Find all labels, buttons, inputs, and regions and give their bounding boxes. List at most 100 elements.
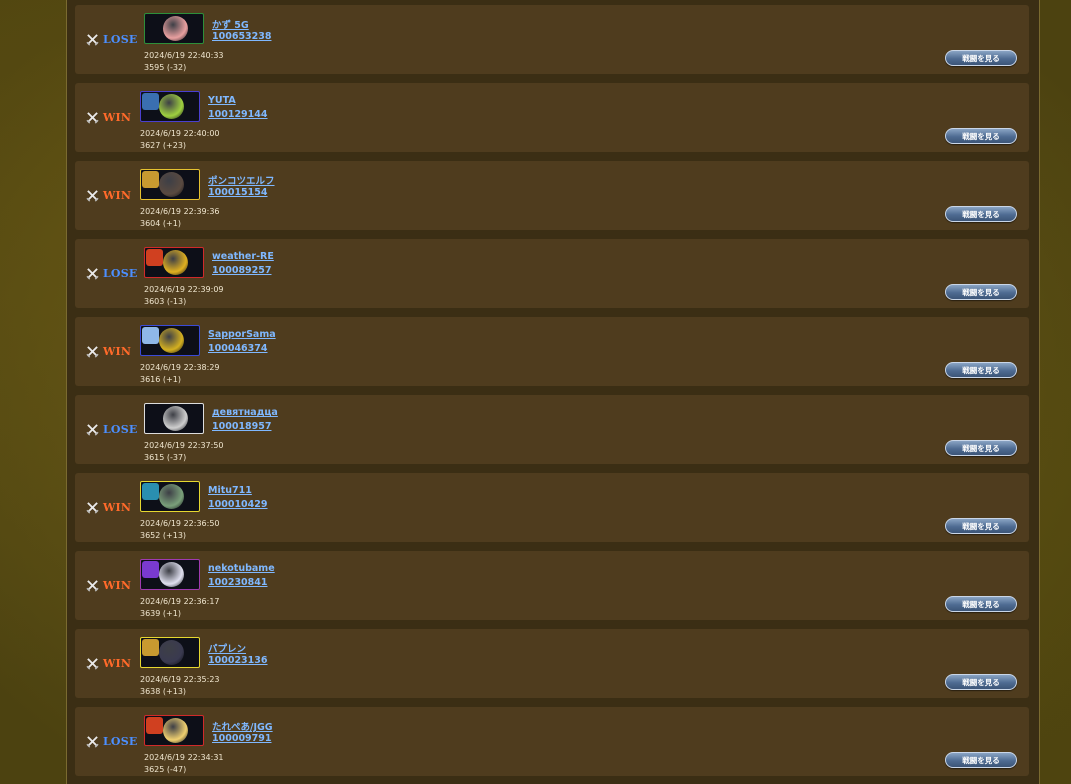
battle-result: WIN <box>86 344 131 358</box>
rating-change: 3616 (+1) <box>140 375 181 384</box>
opponent-name-link[interactable]: девятнадца <box>212 407 278 418</box>
rating-change: 3615 (-37) <box>144 453 187 462</box>
opponent-avatar[interactable] <box>140 91 200 122</box>
character-icon <box>159 172 184 197</box>
battle-timestamp: 2024/6/19 22:39:09 <box>144 285 224 294</box>
opponent-name-link[interactable]: パプレン <box>208 641 246 655</box>
opponent-avatar[interactable] <box>140 559 200 590</box>
battle-result: LOSE <box>86 32 137 46</box>
watch-battle-button[interactable]: 戦闘を見る <box>945 206 1017 222</box>
battle-row: LOSE weather-RE 100089257 2024/6/19 22:39:0… <box>75 239 1029 308</box>
result-label: LOSE <box>103 32 138 46</box>
character-icon <box>163 250 188 275</box>
opponent-id-link[interactable]: 100009791 <box>212 733 272 744</box>
watch-battle-button[interactable]: 戦闘を見る <box>945 752 1017 768</box>
battle-timestamp: 2024/6/19 22:38:29 <box>140 363 220 372</box>
opponent-name-link[interactable]: たれぺあ/JGG <box>212 719 273 733</box>
opponent-id-link[interactable]: 100010429 <box>208 499 268 510</box>
opponent-name-link[interactable]: YUTA <box>208 95 236 106</box>
opponent-avatar[interactable] <box>144 403 204 434</box>
result-label: WIN <box>103 344 132 358</box>
watch-battle-button[interactable]: 戦闘を見る <box>945 596 1017 612</box>
rating-change: 3604 (+1) <box>140 219 181 228</box>
opponent-id-link[interactable]: 100129144 <box>208 109 268 120</box>
battle-result: WIN <box>86 578 131 592</box>
crossed-swords-icon <box>86 111 99 124</box>
rank-badge-icon <box>142 171 159 188</box>
opponent-id-link[interactable]: 100018957 <box>212 421 272 432</box>
opponent-name-link[interactable]: ポンコツエルフ <box>208 173 275 187</box>
watch-battle-button[interactable]: 戦闘を見る <box>945 518 1017 534</box>
rating-change: 3639 (+1) <box>140 609 181 618</box>
battle-timestamp: 2024/6/19 22:39:36 <box>140 207 220 216</box>
opponent-avatar[interactable] <box>140 481 200 512</box>
watch-battle-button[interactable]: 戦闘を見る <box>945 440 1017 456</box>
opponent-id-link[interactable]: 100230841 <box>208 577 268 588</box>
opponent-id-link[interactable]: 100089257 <box>212 265 272 276</box>
battle-row: LOSE девятнадца 100018957 2024/6/19 22:37:5… <box>75 395 1029 464</box>
crossed-swords-icon <box>86 657 99 670</box>
opponent-name-link[interactable]: Mitu711 <box>208 485 252 496</box>
battle-row: WIN パプレン 100023136 2024/6/19 22:35:23 3638 (… <box>75 629 1029 698</box>
rating-change: 3595 (-32) <box>144 63 187 72</box>
rating-change: 3603 (-13) <box>144 297 187 306</box>
opponent-avatar[interactable] <box>144 13 204 44</box>
result-label: WIN <box>103 110 132 124</box>
opponent-avatar[interactable] <box>144 715 204 746</box>
opponent-name-link[interactable]: weather-RE <box>212 251 274 262</box>
rank-badge-icon <box>146 249 163 266</box>
battle-timestamp: 2024/6/19 22:34:31 <box>144 753 224 762</box>
character-icon <box>163 406 188 431</box>
watch-battle-button[interactable]: 戦闘を見る <box>945 674 1017 690</box>
result-label: LOSE <box>103 266 138 280</box>
crossed-swords-icon <box>86 579 99 592</box>
opponent-avatar[interactable] <box>144 247 204 278</box>
battle-result: WIN <box>86 188 131 202</box>
character-icon <box>163 718 188 743</box>
rank-badge-icon <box>142 327 159 344</box>
watch-battle-button[interactable]: 戦闘を見る <box>945 284 1017 300</box>
battle-timestamp: 2024/6/19 22:36:50 <box>140 519 220 528</box>
opponent-id-link[interactable]: 100023136 <box>208 655 268 666</box>
battle-result: LOSE <box>86 422 137 436</box>
crossed-swords-icon <box>86 345 99 358</box>
battle-row: WIN Mitu711 100010429 2024/6/19 22:36:50 365… <box>75 473 1029 542</box>
battle-timestamp: 2024/6/19 22:40:00 <box>140 129 220 138</box>
rating-change: 3625 (-47) <box>144 765 187 774</box>
character-icon <box>159 640 184 665</box>
opponent-avatar[interactable] <box>140 637 200 668</box>
crossed-swords-icon <box>86 735 99 748</box>
watch-battle-button[interactable]: 戦闘を見る <box>945 362 1017 378</box>
rating-change: 3627 (+23) <box>140 141 187 150</box>
result-label: WIN <box>103 656 132 670</box>
watch-battle-button[interactable]: 戦闘を見る <box>945 128 1017 144</box>
character-icon <box>159 484 184 509</box>
battle-timestamp: 2024/6/19 22:35:23 <box>140 675 220 684</box>
opponent-id-link[interactable]: 100653238 <box>212 31 272 42</box>
character-icon <box>159 328 184 353</box>
battle-result: LOSE <box>86 734 137 748</box>
battle-row: LOSE たれぺあ/JGG 100009791 2024/6/19 22:34:31 3… <box>75 707 1029 776</box>
rank-badge-icon <box>142 561 159 578</box>
battle-timestamp: 2024/6/19 22:37:50 <box>144 441 224 450</box>
battle-result: WIN <box>86 656 131 670</box>
opponent-avatar[interactable] <box>140 169 200 200</box>
battle-history-panel: LOSE かず 5G 100653238 2024/6/19 22:40:33 3595… <box>66 0 1040 784</box>
battle-row: WIN YUTA 100129144 2024/6/19 22:40:00 3627 (… <box>75 83 1029 152</box>
crossed-swords-icon <box>86 33 99 46</box>
result-label: LOSE <box>103 422 138 436</box>
character-icon <box>159 94 184 119</box>
opponent-id-link[interactable]: 100015154 <box>208 187 268 198</box>
opponent-avatar[interactable] <box>140 325 200 356</box>
opponent-name-link[interactable]: かず 5G <box>212 17 249 31</box>
watch-battle-button[interactable]: 戦闘を見る <box>945 50 1017 66</box>
battle-result: WIN <box>86 110 131 124</box>
battle-result: LOSE <box>86 266 137 280</box>
opponent-name-link[interactable]: nekotubame <box>208 563 275 574</box>
opponent-id-link[interactable]: 100046374 <box>208 343 268 354</box>
character-icon <box>163 16 188 41</box>
opponent-name-link[interactable]: SapporSama <box>208 329 276 340</box>
result-label: WIN <box>103 500 132 514</box>
result-label: LOSE <box>103 734 138 748</box>
rank-badge-icon <box>142 483 159 500</box>
